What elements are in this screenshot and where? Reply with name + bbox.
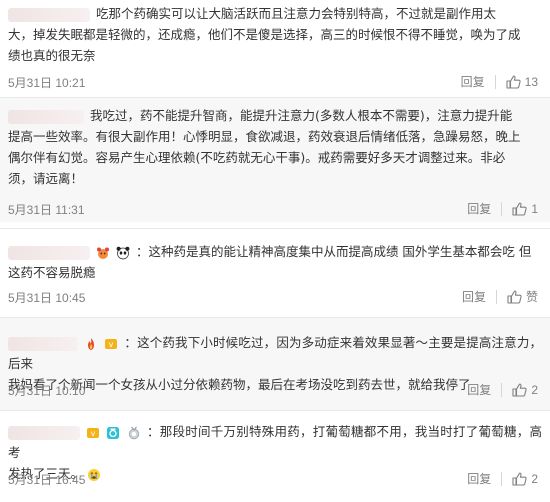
like-count: 2 (531, 382, 538, 397)
comment-date: 5月31日 11:31 (8, 203, 85, 217)
comment-date: 5月31日 10:10 (8, 384, 86, 398)
redacted-username[interactable] (8, 245, 90, 260)
redacted-username[interactable] (8, 7, 90, 22)
camera-badge-icon (107, 426, 120, 439)
comment-card: 吃那个药确实可以让大脑活跃而且注意力会特别特高，不过就是副作用太 大，掉发失眠都… (0, 0, 550, 97)
comment-body: 我吃过，药不能提升智商，能提升注意力(多数人根本不需要)，注意力提升能 提高一些… (8, 105, 542, 189)
like-button[interactable]: 2 (512, 472, 538, 486)
comment-actions: 回复 2 (467, 470, 538, 487)
action-divider (501, 471, 503, 486)
comment-text-line: 我吃过，药不能提升智商，能提升注意力(多数人根本不需要)，注意力提升能 (89, 108, 513, 123)
redacted-username[interactable] (8, 336, 78, 351)
medal-badge-icon (128, 426, 139, 439)
action-divider (494, 74, 496, 89)
action-divider (495, 289, 497, 304)
comment-text-line: 须，请远离！ (8, 171, 84, 186)
thumbs-up-icon (506, 75, 521, 89)
comment-text-line: ：这种药是真的能让精神高度集中从而提高成绩 国外学生基本都会吃 但 (135, 244, 532, 259)
thumbs-up-icon (512, 383, 527, 397)
redacted-username[interactable] (8, 425, 80, 440)
like-button[interactable]: 13 (506, 75, 538, 89)
reply-button[interactable]: 回复 (462, 288, 486, 305)
comment-body: ：这种药是真的能让精神高度集中从而提高成绩 国外学生基本都会吃 但 这药不容易脱… (8, 241, 542, 283)
comment-body: 吃那个药确实可以让大脑活跃而且注意力会特别特高，不过就是副作用太 大，掉发失眠都… (8, 3, 542, 66)
redacted-username[interactable] (8, 109, 84, 124)
comment-text-line: 吃那个药确实可以让大脑活跃而且注意力会特别特高，不过就是副作用太 (95, 6, 496, 21)
like-button[interactable]: 2 (512, 383, 538, 397)
comment-date: 5月31日 10:45 (8, 291, 86, 305)
like-count: 1 (531, 201, 538, 216)
like-button[interactable]: 赞 (507, 288, 538, 305)
comment-card: 我吃过，药不能提升智商，能提升注意力(多数人根本不需要)，注意力提升能 提高一些… (0, 98, 550, 222)
comment-date: 5月31日 16:45 (8, 473, 86, 487)
svg-text:v: v (91, 429, 96, 438)
reply-button[interactable]: 回复 (467, 200, 491, 217)
comment-card: v ：这个药我下小时候吃过，因为多动症来着效果显著～主要是提高注意力，后来 我妈… (0, 318, 550, 410)
panda-badge-icon (116, 246, 130, 259)
comment-body: v ：那段时间千万别特殊用药，打葡萄糖都不用，我当时打了葡萄糖，高考 发热了三天… (8, 421, 542, 484)
comment-text-line: 这药不容易脱瘾 (8, 265, 96, 280)
comment-actions: 回复 2 (467, 381, 538, 398)
thumbs-up-icon (512, 202, 527, 216)
sob-emoji-icon (88, 468, 100, 481)
comment-card: ：这种药是真的能让精神高度集中从而提高成绩 国外学生基本都会吃 但 这药不容易脱… (0, 229, 550, 315)
comment-actions: 回复 赞 (462, 288, 538, 305)
gold-badge-icon: v (87, 427, 100, 438)
cartoon-bear-badge-icon (96, 247, 109, 259)
reply-button[interactable]: 回复 (467, 381, 491, 398)
gold-badge-icon: v (105, 338, 118, 349)
action-divider (501, 382, 503, 397)
reply-button[interactable]: 回复 (461, 73, 485, 90)
comment-body: v ：这个药我下小时候吃过，因为多动症来着效果显著～主要是提高注意力，后来 我妈… (8, 332, 542, 395)
comment-text-line: 提高一些效率。有很大副作用！心悸明显，食欲减退，药效衰退后情绪低落，急躁易怒，晚… (8, 129, 521, 144)
comment-text-line: 偶尔伴有幻觉。容易产生心理依赖(不吃药就无心干事)。戒药需要好多天才调整过来。非… (8, 150, 506, 165)
like-count: 13 (524, 74, 538, 89)
like-label: 赞 (525, 290, 538, 304)
svg-text:v: v (109, 340, 114, 349)
action-divider (501, 201, 503, 216)
reply-button[interactable]: 回复 (467, 470, 491, 487)
comment-text-line: 绩也真的很无奈 (8, 48, 96, 63)
thumbs-up-icon (512, 472, 527, 486)
like-button[interactable]: 1 (512, 202, 538, 216)
comment-text-line: 大，掉发失眠都是轻微的，还成瘾，他们不是傻是选择，高三的时候恨不得不睡觉，唤为了… (8, 27, 521, 42)
comment-date: 5月31日 10:21 (8, 76, 86, 90)
thumbs-up-icon (507, 290, 522, 304)
comment-card: v ：那段时间千万别特殊用药，打葡萄糖都不用，我当时打了葡萄糖，高考 发热了三天… (0, 411, 550, 502)
like-count: 2 (531, 471, 538, 486)
comment-text-line: 我妈看了个新闻一个女孩从小过分依赖药物，最后在考场没吃到药去世，就给我停了 (8, 377, 471, 392)
comment-actions: 回复 1 (467, 200, 538, 217)
flame-badge-icon (88, 337, 95, 350)
comment-actions: 回复 13 (461, 73, 538, 90)
